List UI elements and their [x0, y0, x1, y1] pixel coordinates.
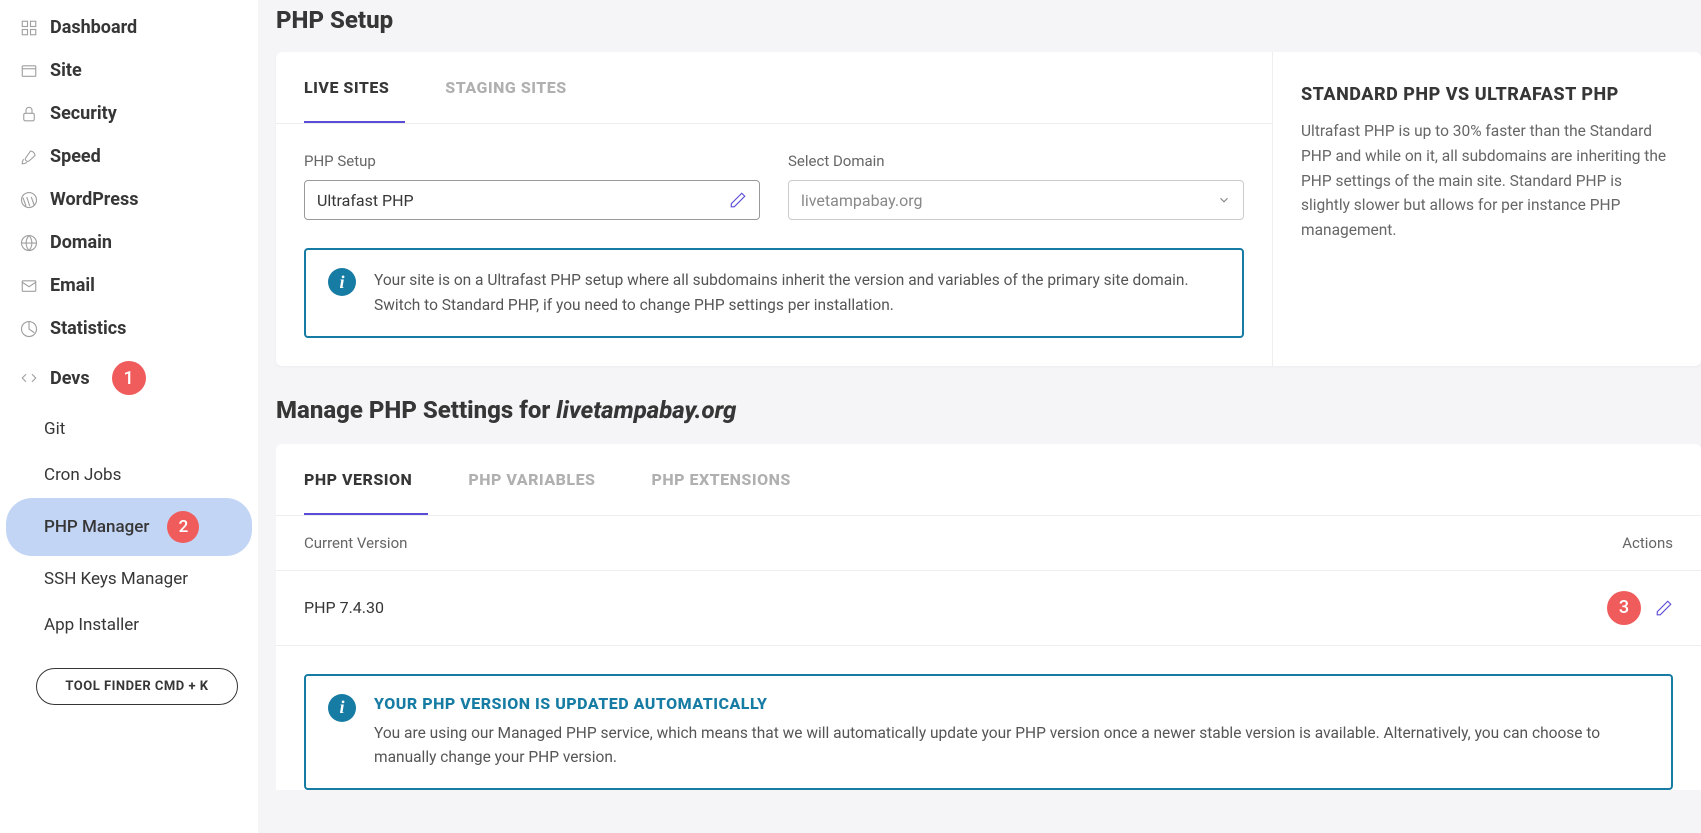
sidebar-item-security[interactable]: Security	[0, 92, 258, 135]
sidebar-item-email[interactable]: Email	[0, 264, 258, 307]
sidebar-sub-label: Cron Jobs	[44, 465, 121, 485]
sidebar-item-label: Email	[50, 275, 95, 296]
php-setup-value: Ultrafast PHP	[317, 191, 729, 210]
rocket-icon	[20, 148, 38, 166]
tool-finder-button[interactable]: TOOL FINDER CMD + K	[36, 668, 238, 705]
dashboard-icon	[20, 19, 38, 37]
sidebar-item-dashboard[interactable]: Dashboard	[0, 6, 258, 49]
current-version-value: PHP 7.4.30	[304, 598, 384, 617]
code-icon	[20, 369, 38, 387]
sidebar-item-label: Site	[50, 60, 82, 81]
edit-version-icon[interactable]	[1655, 599, 1673, 617]
auto-update-info-box: i YOUR PHP VERSION IS UPDATED AUTOMATICA…	[304, 674, 1673, 791]
setup-left-panel: LIVE SITES STAGING SITES PHP Setup Ultra…	[276, 52, 1273, 366]
sidebar-item-label: Speed	[50, 146, 101, 167]
sidebar-item-label: Statistics	[50, 318, 126, 339]
sidebar-item-label: WordPress	[50, 189, 138, 210]
sidebar-item-speed[interactable]: Speed	[0, 135, 258, 178]
callout-badge-3: 3	[1607, 591, 1641, 625]
col-current-version: Current Version	[304, 534, 407, 552]
info-icon: i	[328, 268, 356, 296]
sidebar-sub-label: SSH Keys Manager	[44, 569, 188, 589]
callout-badge-1: 1	[112, 361, 146, 395]
chart-icon	[20, 320, 38, 338]
sidebar-item-statistics[interactable]: Statistics	[0, 307, 258, 350]
side-panel-heading: STANDARD PHP VS ULTRAFAST PHP	[1301, 84, 1673, 105]
php-setup-card: LIVE SITES STAGING SITES PHP Setup Ultra…	[276, 52, 1701, 366]
tab-live-sites[interactable]: LIVE SITES	[304, 52, 405, 123]
sidebar-item-label: Domain	[50, 232, 112, 253]
callout-badge-2: 2	[167, 511, 199, 543]
sidebar-item-site[interactable]: Site	[0, 49, 258, 92]
tab-php-extensions[interactable]: PHP EXTENSIONS	[651, 444, 806, 515]
lock-icon	[20, 105, 38, 123]
site-icon	[20, 62, 38, 80]
sidebar-sub-php-manager[interactable]: PHP Manager 2	[6, 498, 252, 556]
main-content: PHP Setup LIVE SITES STAGING SITES PHP S…	[258, 0, 1701, 833]
sidebar: Dashboard Site Security Speed WordPress …	[0, 0, 258, 833]
globe-icon	[20, 234, 38, 252]
sidebar-item-wordpress[interactable]: WordPress	[0, 178, 258, 221]
tab-staging-sites[interactable]: STAGING SITES	[445, 52, 582, 123]
pencil-icon[interactable]	[729, 191, 747, 209]
version-row: PHP 7.4.30 3	[276, 571, 1701, 646]
auto-update-text: You are using our Managed PHP service, w…	[374, 721, 1649, 771]
sidebar-item-devs[interactable]: Devs 1	[0, 350, 258, 406]
sidebar-sub-cron[interactable]: Cron Jobs	[0, 452, 258, 498]
auto-update-title: YOUR PHP VERSION IS UPDATED AUTOMATICALL…	[374, 694, 1649, 713]
setup-tabs: LIVE SITES STAGING SITES	[276, 52, 1272, 124]
sidebar-item-label: Security	[50, 103, 117, 124]
sidebar-sub-git[interactable]: Git	[0, 406, 258, 452]
php-setup-label: PHP Setup	[304, 152, 760, 170]
sidebar-sub-app-installer[interactable]: App Installer	[0, 602, 258, 648]
setup-right-panel: STANDARD PHP VS ULTRAFAST PHP Ultrafast …	[1273, 52, 1701, 366]
sidebar-sub-label: App Installer	[44, 615, 139, 635]
col-actions: Actions	[1622, 534, 1673, 552]
info-icon: i	[328, 694, 356, 722]
sidebar-sub-label: PHP Manager	[44, 517, 149, 537]
select-domain-field: Select Domain livetampabay.org	[788, 152, 1244, 220]
tab-php-version[interactable]: PHP VERSION	[304, 444, 428, 515]
select-domain-dropdown[interactable]: livetampabay.org	[788, 180, 1244, 220]
php-setup-input[interactable]: Ultrafast PHP	[304, 180, 760, 220]
page-title: PHP Setup	[276, 6, 1701, 34]
manage-section-title: Manage PHP Settings for livetampabay.org	[276, 396, 1701, 424]
sidebar-item-domain[interactable]: Domain	[0, 221, 258, 264]
row-actions: 3	[1597, 591, 1673, 625]
chevron-down-icon	[1217, 193, 1231, 207]
manage-tabs: PHP VERSION PHP VARIABLES PHP EXTENSIONS	[276, 444, 1701, 516]
select-domain-value: livetampabay.org	[801, 191, 1217, 210]
setup-info-box: i Your site is on a Ultrafast PHP setup …	[304, 248, 1244, 338]
mail-icon	[20, 277, 38, 295]
sidebar-sub-ssh[interactable]: SSH Keys Manager	[0, 556, 258, 602]
php-setup-field: PHP Setup Ultrafast PHP	[304, 152, 760, 220]
sidebar-item-label: Dashboard	[50, 17, 137, 38]
side-panel-text: Ultrafast PHP is up to 30% faster than t…	[1301, 119, 1673, 243]
setup-info-text: Your site is on a Ultrafast PHP setup wh…	[374, 268, 1220, 318]
select-domain-label: Select Domain	[788, 152, 1244, 170]
sidebar-item-label: Devs	[50, 368, 90, 389]
sidebar-sub-label: Git	[44, 419, 65, 439]
wordpress-icon	[20, 191, 38, 209]
version-table-header: Current Version Actions	[276, 516, 1701, 571]
tab-php-variables[interactable]: PHP VARIABLES	[468, 444, 611, 515]
manage-settings-card: PHP VERSION PHP VARIABLES PHP EXTENSIONS…	[276, 444, 1701, 791]
